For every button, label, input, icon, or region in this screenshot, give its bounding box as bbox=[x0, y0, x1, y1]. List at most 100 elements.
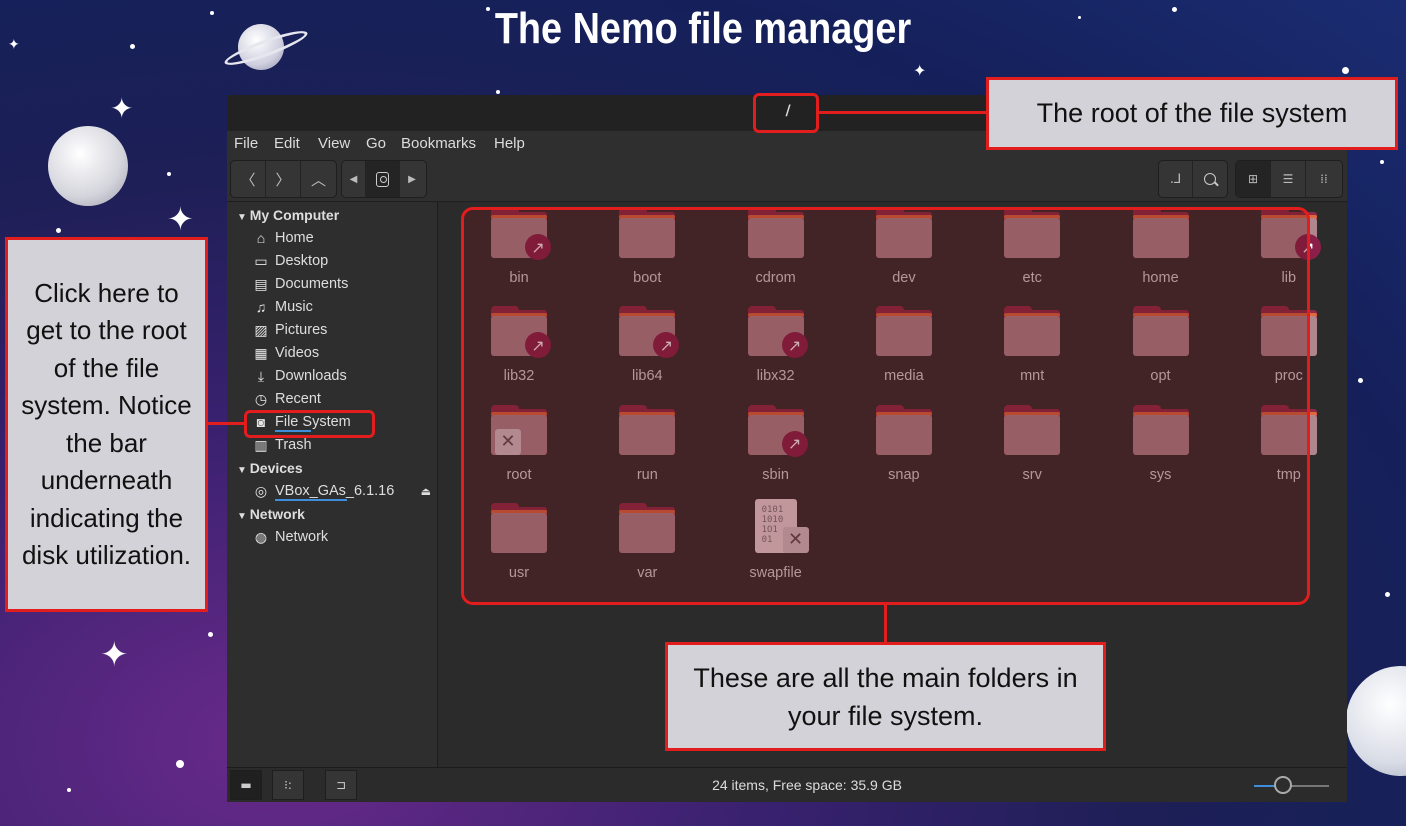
expander-icon: ▼ bbox=[237, 465, 250, 476]
expander-icon: ▼ bbox=[237, 212, 250, 223]
sidebar-item-videos[interactable]: ▦ Videos bbox=[253, 343, 319, 363]
sparkle-icon: ✦ bbox=[913, 61, 927, 80]
sidebar-item-label: Home bbox=[275, 230, 314, 246]
compact-view-button[interactable]: ⁞⁞ bbox=[1306, 161, 1342, 197]
menu-view[interactable]: View bbox=[318, 135, 350, 152]
sidebar-item-label: Music bbox=[275, 299, 313, 315]
sidebar-item-label: Videos bbox=[275, 345, 320, 361]
sidebar-item-pictures[interactable]: ▨ Pictures bbox=[253, 320, 327, 340]
sidebar-item-music[interactable]: ♫ Music bbox=[253, 297, 313, 317]
file-system-highlight bbox=[244, 410, 375, 438]
sidebar: ▼ My Computer ⌂ Home ▭ Desktop ▤ Documents … bbox=[227, 202, 438, 767]
sidebar-section-devices[interactable]: ▼ Devices bbox=[237, 460, 303, 476]
sidebar-section-network[interactable]: ▼ Network bbox=[237, 506, 305, 522]
chevron-right-icon: 〉 bbox=[275, 170, 291, 189]
sidebar-section-my-computer[interactable]: ▼ My Computer bbox=[237, 207, 339, 223]
download-icon: ⤓ bbox=[257, 367, 265, 384]
chevron-left-icon: 〈 bbox=[240, 170, 256, 189]
search-tools: .⅃ bbox=[1158, 160, 1228, 198]
connector-line bbox=[884, 605, 887, 643]
list-view-button[interactable]: ☰ bbox=[1271, 161, 1306, 197]
sidebar-item-desktop[interactable]: ▭ Desktop bbox=[253, 251, 328, 271]
sidebar-item-label: Recent bbox=[275, 391, 321, 407]
section-title: Network bbox=[249, 506, 305, 522]
nav-buttons: 〈 〉 ︿ bbox=[230, 160, 337, 198]
trash-icon: ▥ bbox=[254, 436, 268, 453]
star bbox=[496, 90, 500, 94]
icon-view-button[interactable]: ⊞ bbox=[1236, 161, 1271, 197]
status-text: 24 items, Free space: 35.9 GB bbox=[712, 777, 902, 793]
sparkle-icon: ✦ bbox=[167, 200, 194, 238]
sidebar-item-downloads[interactable]: ⤓ Downloads bbox=[253, 366, 347, 386]
menu-edit[interactable]: Edit bbox=[274, 135, 300, 152]
desktop-icon: ▭ bbox=[254, 252, 268, 269]
connector-line bbox=[819, 111, 987, 114]
planet-icon bbox=[1346, 666, 1406, 776]
breadcrumb: ◀ ▶ bbox=[341, 160, 427, 198]
status-bar: ▬ ⁝: ⊐ 24 items, Free space: 35.9 GB bbox=[227, 767, 1347, 802]
sparkle-icon: ✦ bbox=[100, 635, 129, 675]
sidebar-item-documents[interactable]: ▤ Documents bbox=[253, 274, 348, 294]
sidebar-item-label: Trash bbox=[275, 437, 312, 453]
path-edit-icon: .⅃ bbox=[1169, 171, 1182, 187]
sidebar-item-network[interactable]: ◍ Network bbox=[253, 527, 328, 547]
callout-folders: These are all the main folders in your f… bbox=[665, 642, 1106, 751]
sidebar-item-label: Documents bbox=[275, 276, 349, 292]
home-icon: ⌂ bbox=[256, 230, 266, 246]
sidebar-item-recent[interactable]: ◷ Recent bbox=[253, 389, 321, 409]
icon-view-icon: ⊞ bbox=[1247, 172, 1259, 186]
zoom-slider-handle[interactable] bbox=[1273, 776, 1292, 794]
sidebar-item-home[interactable]: ⌂ Home bbox=[253, 228, 314, 248]
up-button[interactable]: ︿ bbox=[301, 161, 336, 197]
search-button[interactable] bbox=[1193, 161, 1227, 197]
triangle-left-icon: ◀ bbox=[349, 173, 358, 185]
chevron-up-icon: ︿ bbox=[310, 170, 326, 189]
back-button[interactable]: 〈 bbox=[231, 161, 266, 197]
sidebar-item-vbox[interactable]: ◎ VBox_GAs_6.1.16 ⏏ bbox=[253, 481, 431, 501]
menu-file[interactable]: File bbox=[234, 135, 258, 152]
toggle-location-button[interactable]: .⅃ bbox=[1159, 161, 1193, 197]
disc-icon: ◎ bbox=[254, 482, 268, 499]
disk-icon bbox=[376, 171, 389, 187]
star bbox=[1385, 592, 1390, 597]
disk-usage-bar bbox=[275, 499, 347, 501]
breadcrumb-next-button[interactable]: ▶ bbox=[400, 161, 424, 197]
forward-button[interactable]: 〉 bbox=[266, 161, 301, 197]
sparkle-icon: ✦ bbox=[8, 37, 20, 53]
slide-title: The Nemo file manager bbox=[494, 4, 912, 53]
star bbox=[167, 172, 171, 176]
section-title: Devices bbox=[249, 460, 303, 476]
section-title: My Computer bbox=[249, 207, 340, 223]
star bbox=[1358, 378, 1363, 383]
star bbox=[176, 760, 184, 768]
folders-highlight bbox=[461, 207, 1310, 605]
root-path-highlight bbox=[753, 93, 819, 133]
sidebar-item-label: Pictures bbox=[275, 322, 328, 338]
star bbox=[1342, 67, 1349, 74]
sidebar-item-label: VBox_GAs_6.1.16 bbox=[275, 483, 395, 499]
star bbox=[1380, 160, 1384, 164]
menu-go[interactable]: Go bbox=[366, 135, 386, 152]
videos-icon: ▦ bbox=[254, 344, 268, 361]
sidebar-item-label: Desktop bbox=[275, 253, 329, 269]
recent-icon: ◷ bbox=[254, 390, 268, 407]
pictures-icon: ▨ bbox=[254, 321, 268, 338]
breadcrumb-root-button[interactable] bbox=[366, 161, 400, 197]
connector-line bbox=[206, 422, 244, 425]
callout-root: The root of the file system bbox=[986, 77, 1398, 150]
star bbox=[208, 632, 213, 637]
star bbox=[67, 788, 71, 792]
toolbar: 〈 〉 ︿ ◀ ▶ .⅃ ⊞ ☰ ⁞⁞ bbox=[227, 155, 1347, 202]
compact-view-icon: ⁞⁞ bbox=[1320, 172, 1328, 186]
moon-icon bbox=[48, 126, 128, 206]
menu-bookmarks[interactable]: Bookmarks bbox=[401, 135, 476, 152]
breadcrumb-prev-button[interactable]: ◀ bbox=[342, 161, 366, 197]
menu-help[interactable]: Help bbox=[494, 135, 525, 152]
eject-icon[interactable]: ⏏ bbox=[421, 485, 431, 498]
expander-icon: ▼ bbox=[237, 511, 250, 522]
sidebar-item-label: Downloads bbox=[275, 368, 347, 384]
callout-sidebar: Click here to get to the root of the fil… bbox=[5, 237, 208, 612]
view-switcher: ⊞ ☰ ⁞⁞ bbox=[1235, 160, 1343, 198]
sidebar-item-trash[interactable]: ▥ Trash bbox=[253, 435, 312, 455]
documents-icon: ▤ bbox=[254, 275, 268, 292]
